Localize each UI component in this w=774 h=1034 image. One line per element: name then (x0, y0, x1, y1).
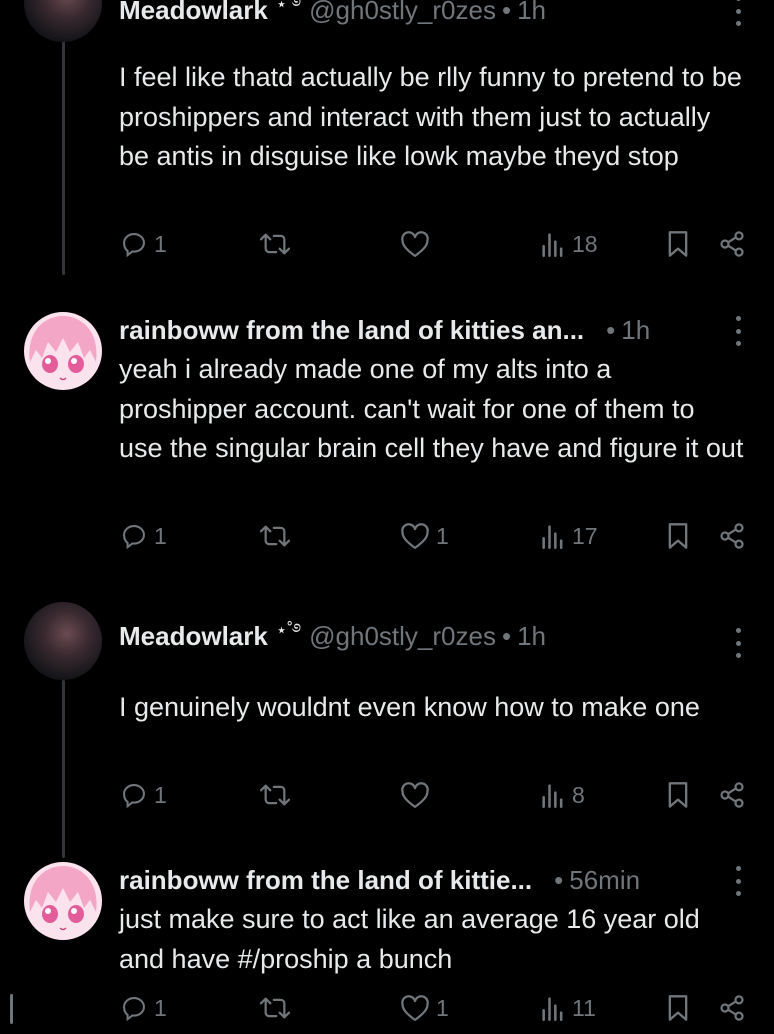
post-text: yeah i already made one of my alts into … (119, 354, 744, 463)
like-button[interactable] (400, 781, 436, 809)
bookmark-button[interactable] (666, 522, 690, 550)
views-count: 11 (572, 994, 596, 1021)
avatar[interactable] (24, 312, 102, 390)
action-bar: 1 18 (0, 230, 774, 270)
share-icon (720, 782, 744, 808)
post-header: rainboww from the land of kittie... • 56… (119, 862, 714, 898)
reply-count: 1 (154, 994, 167, 1021)
post-time[interactable]: 56min (569, 865, 640, 896)
reply-icon (123, 233, 145, 258)
like-button[interactable]: 1 (400, 994, 449, 1022)
post-header: Meadowlark ⋆˚࿔ @gh0stly_r0zes • 1h (119, 618, 714, 654)
repost-icon (259, 233, 291, 255)
share-button[interactable] (718, 230, 746, 258)
like-button[interactable] (400, 230, 436, 258)
more-icon[interactable] (732, 316, 744, 346)
share-icon (720, 995, 744, 1021)
share-button[interactable] (718, 781, 746, 809)
author-badge: ⋆˚࿔ (275, 0, 302, 14)
repost-icon (259, 997, 291, 1019)
share-button[interactable] (718, 522, 746, 550)
post-header: rainboww from the land of kitties an... … (119, 312, 714, 348)
bookmark-icon (668, 231, 688, 257)
share-icon (720, 231, 744, 257)
post-text: I genuinely wouldnt even know how to mak… (119, 692, 700, 722)
avatar[interactable] (24, 602, 102, 680)
repost-icon (259, 784, 291, 806)
thread-line (62, 680, 65, 858)
author-handle[interactable]: @gh0stly_r0zes (309, 0, 496, 26)
views-count: 17 (572, 522, 598, 549)
action-bar: 1 8 (0, 781, 774, 821)
more-icon[interactable] (732, 0, 744, 26)
repost-icon (259, 525, 291, 547)
reply-icon (123, 997, 145, 1022)
views-icon (542, 784, 563, 808)
reply-icon (123, 784, 145, 809)
author-name[interactable]: Meadowlark (119, 0, 268, 26)
bookmark-button[interactable] (666, 994, 690, 1022)
post-time[interactable]: 1h (621, 315, 650, 346)
views-button[interactable]: 8 (540, 781, 585, 809)
views-icon (542, 997, 563, 1021)
reply-count: 1 (154, 522, 167, 549)
bookmark-button[interactable] (666, 230, 690, 258)
author-name[interactable]: rainboww from the land of kittie... (119, 865, 532, 896)
separator-dot: • (606, 314, 616, 345)
views-button[interactable]: 18 (540, 230, 598, 258)
reply-button[interactable]: 1 (120, 522, 167, 550)
avatar[interactable] (24, 862, 102, 940)
repost-button[interactable] (258, 230, 298, 258)
more-icon[interactable] (732, 866, 744, 896)
views-icon (542, 233, 563, 257)
views-count: 18 (572, 230, 598, 257)
heart-icon (401, 995, 429, 1021)
more-icon[interactable] (732, 628, 744, 658)
repost-button[interactable] (258, 994, 298, 1022)
views-icon (542, 525, 563, 549)
post-time[interactable]: 1h (517, 621, 546, 652)
separator-dot: • (554, 864, 564, 895)
views-count: 8 (572, 781, 585, 808)
views-button[interactable]: 11 (540, 994, 596, 1022)
reply-icon (123, 525, 145, 550)
avatar[interactable] (24, 0, 102, 42)
heart-icon (401, 231, 429, 257)
repost-button[interactable] (258, 522, 298, 550)
bookmark-icon (668, 995, 688, 1021)
author-handle[interactable]: @gh0stly_r0zes (309, 621, 496, 652)
bookmark-icon (668, 523, 688, 549)
author-badge: ⋆˚࿔ (275, 620, 302, 640)
like-count: 1 (436, 522, 449, 549)
author-name[interactable]: Meadowlark (119, 621, 268, 652)
share-icon (720, 523, 744, 549)
heart-icon (401, 523, 429, 549)
reply-button[interactable]: 1 (120, 994, 167, 1022)
reply-count: 1 (154, 781, 167, 808)
post-text: just make sure to act like an average 16… (119, 904, 700, 974)
reply-button[interactable]: 1 (120, 781, 167, 809)
action-bar: 1 1 17 (0, 522, 774, 562)
reply-button[interactable]: 1 (120, 230, 167, 258)
like-count: 1 (436, 994, 449, 1021)
share-button[interactable] (718, 994, 746, 1022)
post-text: I feel like thatd actually be rlly funny… (119, 62, 742, 171)
bookmark-icon (668, 782, 688, 808)
views-button[interactable]: 17 (540, 522, 598, 550)
repost-button[interactable] (258, 781, 298, 809)
reply-count: 1 (154, 230, 167, 257)
post-time[interactable]: 1h (517, 0, 546, 26)
bookmark-button[interactable] (666, 781, 690, 809)
like-button[interactable]: 1 (400, 522, 449, 550)
action-bar: 1 1 11 (0, 994, 774, 1034)
separator-dot: • (501, 620, 512, 651)
post-header: Meadowlark ⋆˚࿔ @gh0stly_r0zes • 1h (119, 0, 714, 28)
separator-dot: • (501, 0, 512, 25)
author-name[interactable]: rainboww from the land of kitties an... (119, 315, 584, 346)
heart-icon (401, 782, 429, 808)
